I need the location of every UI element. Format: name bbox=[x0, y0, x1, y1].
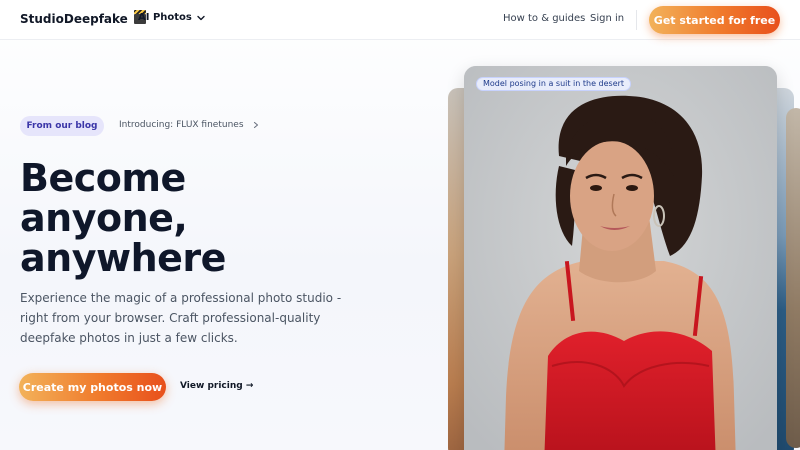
hero-title-line: Become bbox=[20, 156, 186, 200]
ai-photos-menu[interactable]: AI Photos bbox=[138, 12, 206, 23]
get-started-button[interactable]: Get started for free bbox=[649, 6, 780, 34]
view-pricing-link[interactable]: View pricing → bbox=[180, 381, 253, 391]
create-photos-button[interactable]: Create my photos now bbox=[19, 373, 166, 401]
hero-title-line: anyone, bbox=[20, 196, 188, 240]
showcase-card-back-far-right bbox=[786, 108, 800, 448]
hero-title-line: anywhere bbox=[20, 236, 226, 280]
brand-logo[interactable]: StudioDeepfake bbox=[20, 10, 146, 26]
top-navbar: StudioDeepfake AI Photos How to & guides… bbox=[0, 0, 800, 40]
photo-caption: Model posing in a suit in the desert bbox=[476, 77, 632, 91]
chevron-down-icon bbox=[197, 15, 205, 20]
ai-photos-label: AI Photos bbox=[138, 12, 192, 23]
hero-title: Become anyone, anywhere bbox=[20, 158, 350, 278]
showcase-photo bbox=[464, 66, 777, 450]
blog-post-link[interactable]: Introducing: FLUX finetunes bbox=[119, 120, 260, 130]
hero-subtitle: Experience the magic of a professional p… bbox=[20, 288, 342, 348]
chevron-right-icon bbox=[253, 121, 258, 129]
hero-subtitle-line: deepfake photos in just a few clicks. bbox=[20, 331, 238, 345]
hero-subtitle-line: Experience the magic of a professional p… bbox=[20, 291, 342, 305]
nav-divider bbox=[636, 10, 637, 30]
blog-badge: From our blog bbox=[20, 116, 104, 136]
nav-link-sign-in[interactable]: Sign in bbox=[590, 13, 624, 24]
nav-link-guides[interactable]: How to & guides bbox=[503, 13, 585, 24]
blog-post-link-label: Introducing: FLUX finetunes bbox=[119, 120, 244, 130]
hero-subtitle-line: right from your browser. Craft professio… bbox=[20, 311, 321, 325]
brand-name: StudioDeepfake bbox=[20, 12, 128, 26]
portrait-illustration bbox=[464, 66, 777, 450]
